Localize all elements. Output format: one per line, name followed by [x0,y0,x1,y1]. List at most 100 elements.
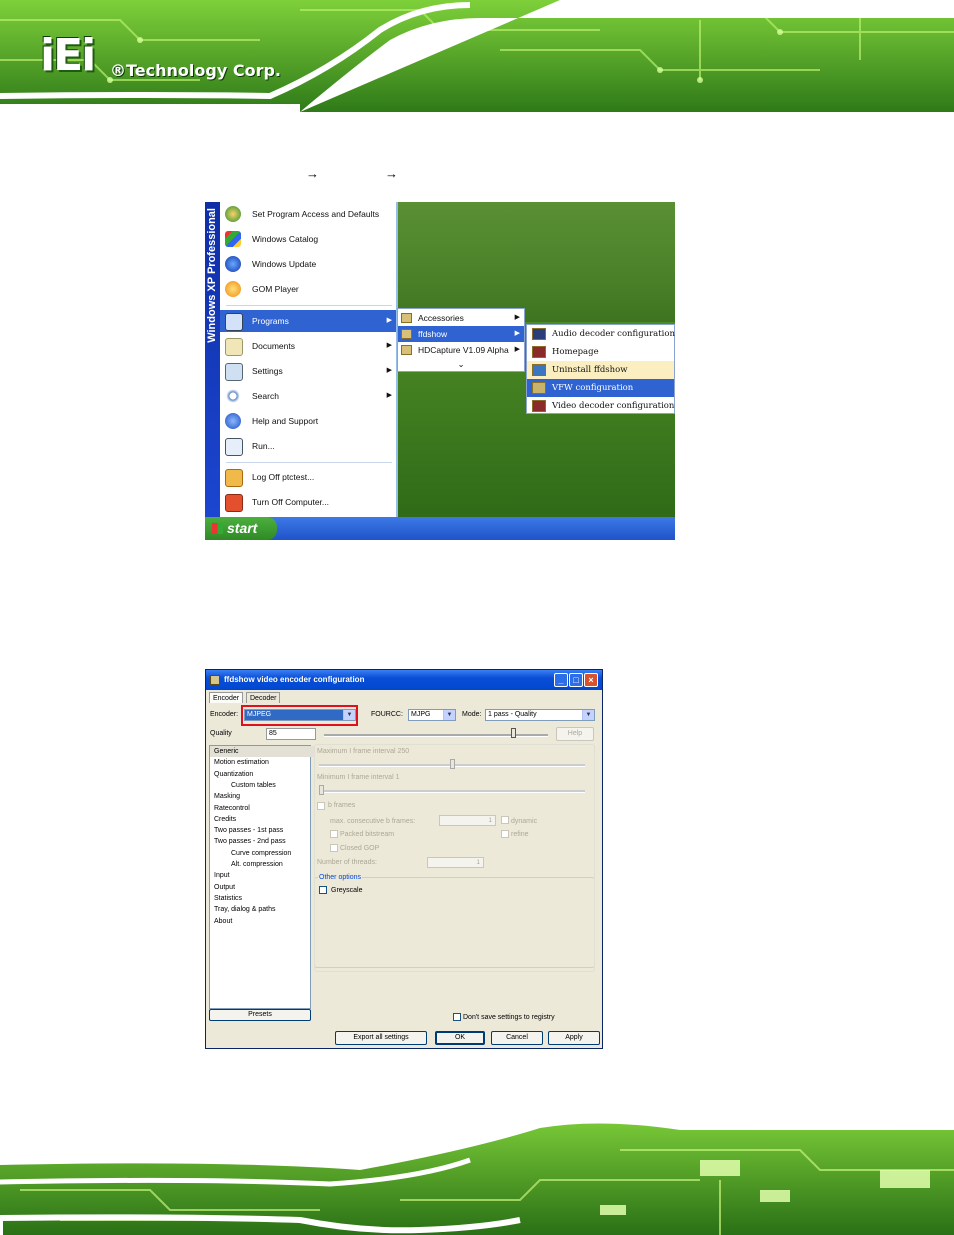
ffdshow-app-icon [532,400,546,412]
submenu-item-ffdshow[interactable]: ffdshow ▶ [398,326,524,342]
start-menu-screenshot: Windows XP Professional Set Program Acce… [205,202,675,540]
programs-icon [225,313,243,331]
submenu-arrow-icon: ▶ [514,330,520,337]
fourcc-select[interactable]: MJPG ▼ [408,709,456,721]
tree-item[interactable]: Credits [210,814,236,825]
menu-item-windows-catalog[interactable]: Windows Catalog [220,228,396,250]
submenu-item-label: Homepage [552,347,599,357]
menu-item-log-off[interactable]: Log Off ptctest... [220,466,396,488]
tree-item[interactable]: Tray, dialog & paths [210,904,275,915]
submenu-item-audio-decoder-config[interactable]: Audio decoder configuration [527,325,675,343]
close-button[interactable]: × [584,673,598,687]
submenu-item-label: Video decoder configuration [552,401,675,411]
logo-text: ®Technology Corp. [110,61,281,80]
quality-label: Quality [210,730,232,737]
ok-button[interactable]: OK [435,1031,485,1045]
settings-tree: Generic Motion estimation Quantization Cust… [209,745,314,1009]
mode-select[interactable]: 1 pass - Quality ▼ [485,709,595,721]
start-menu-side-band: Windows XP Professional [205,202,220,517]
ffdshow-app-icon [210,675,220,685]
minimize-button[interactable]: _ [554,673,568,687]
settings-icon [225,363,243,381]
windows-flag-icon [212,523,223,534]
dialog-title: ffdshow video encoder configuration [224,675,365,684]
menu-separator [226,462,392,463]
footer-banner [0,1120,954,1235]
submenu-item-video-decoder-config[interactable]: Video decoder configuration [527,397,674,415]
menu-item-windows-update[interactable]: Windows Update [220,253,396,275]
menu-item-turn-off[interactable]: Turn Off Computer... [220,491,396,513]
tab-encoder[interactable]: Encoder [209,692,244,703]
submenu-arrow-icon: ▶ [386,367,392,374]
expand-glyph: ⌄ [457,359,465,369]
tree-item[interactable]: Quantization [210,769,253,780]
callout-highlight [241,705,358,726]
menu-item-program-access[interactable]: Set Program Access and Defaults [220,203,396,225]
tree-item[interactable]: Two passes - 1st pass [210,825,283,836]
tree-item[interactable]: Generic [210,746,314,757]
menu-item-run[interactable]: Run... [220,435,396,457]
menu-item-label: Help and Support [252,416,319,426]
menu-item-label: Turn Off Computer... [252,497,330,507]
start-button[interactable]: start [205,517,277,540]
apply-button[interactable]: Apply [548,1031,600,1045]
submenu-item-accessories[interactable]: Accessories ▶ [398,310,524,326]
submenu-item-label: Uninstall ffdshow [552,365,628,375]
submenu-item-label: HDCapture V1.09 Alpha [418,345,509,355]
menu-separator [226,305,392,306]
menu-item-help-and-support[interactable]: Help and Support [220,410,396,432]
tree-item[interactable]: Custom tables [210,780,276,791]
submenu-item-label: Audio decoder configuration [552,329,675,339]
side-band-label: Windows XP Professional [206,208,218,343]
menu-item-settings[interactable]: Settings ▶ [220,360,396,382]
mode-value: 1 pass - Quality [488,711,537,718]
tree-item[interactable]: Two passes - 2nd pass [210,836,286,847]
tree-item[interactable]: Motion estimation [210,757,269,768]
tree-item[interactable]: Alt. compression [210,859,283,870]
export-all-settings-button[interactable]: Export all settings [335,1031,427,1045]
expand-more-icon[interactable]: ⌄ [398,356,524,372]
submenu-arrow-icon: ▶ [386,342,392,349]
submenu-item-uninstall-ffdshow[interactable]: Uninstall ffdshow [527,361,674,379]
submenu-item-homepage[interactable]: Homepage [527,343,674,361]
help-icon [225,413,241,429]
programs-submenu: Accessories ▶ ffdshow ▶ HDCapture V1.09 … [397,308,525,372]
fourcc-value: MJPG [411,711,431,718]
submenu-item-vfw-configuration[interactable]: VFW configuration [527,379,674,397]
tree-item[interactable]: Curve compression [210,848,291,859]
logo-mark: iEi [40,30,96,81]
windows-catalog-icon [225,231,241,247]
tree-item[interactable]: About [210,916,232,927]
menu-item-label: Search [252,391,279,401]
quality-input[interactable]: 85 [266,728,316,740]
maximize-button[interactable]: □ [569,673,583,687]
tree-item[interactable]: Output [210,882,235,893]
quality-slider-thumb[interactable] [511,728,517,738]
submenu-arrow-icon: ▶ [386,392,392,399]
menu-item-label: Windows Update [252,259,317,269]
ffdshow-encoder-dialog: ffdshow video encoder configuration _ □ … [205,669,603,1049]
circuit-board-artwork [0,0,954,112]
tree-item[interactable]: Ratecontrol [210,803,250,814]
presets-button[interactable]: Presets [209,1009,311,1021]
tree-item[interactable]: Statistics [210,893,242,904]
menu-item-search[interactable]: Search ▶ [220,385,396,407]
cancel-button[interactable]: Cancel [491,1031,543,1045]
folder-icon [401,345,412,355]
tree-item[interactable]: Input [210,870,230,881]
chevron-down-icon: ▼ [443,710,455,720]
submenu-arrow-icon: ▶ [514,314,520,321]
search-icon [225,388,241,404]
generic-panel [314,744,595,972]
tree-item[interactable]: Masking [210,791,240,802]
tab-decoder[interactable]: Decoder [246,692,281,703]
help-button[interactable]: Help [556,727,594,741]
uninstall-icon [532,364,546,376]
documents-icon [225,338,243,356]
menu-item-programs[interactable]: Programs ▶ [220,310,396,332]
menu-item-documents[interactable]: Documents ▶ [220,335,396,357]
menu-item-gom-player[interactable]: GOM Player [220,278,396,300]
folder-icon [401,313,412,323]
breadcrumb-arrow-2: → [385,166,398,181]
dont-save-checkbox[interactable] [453,1013,461,1021]
